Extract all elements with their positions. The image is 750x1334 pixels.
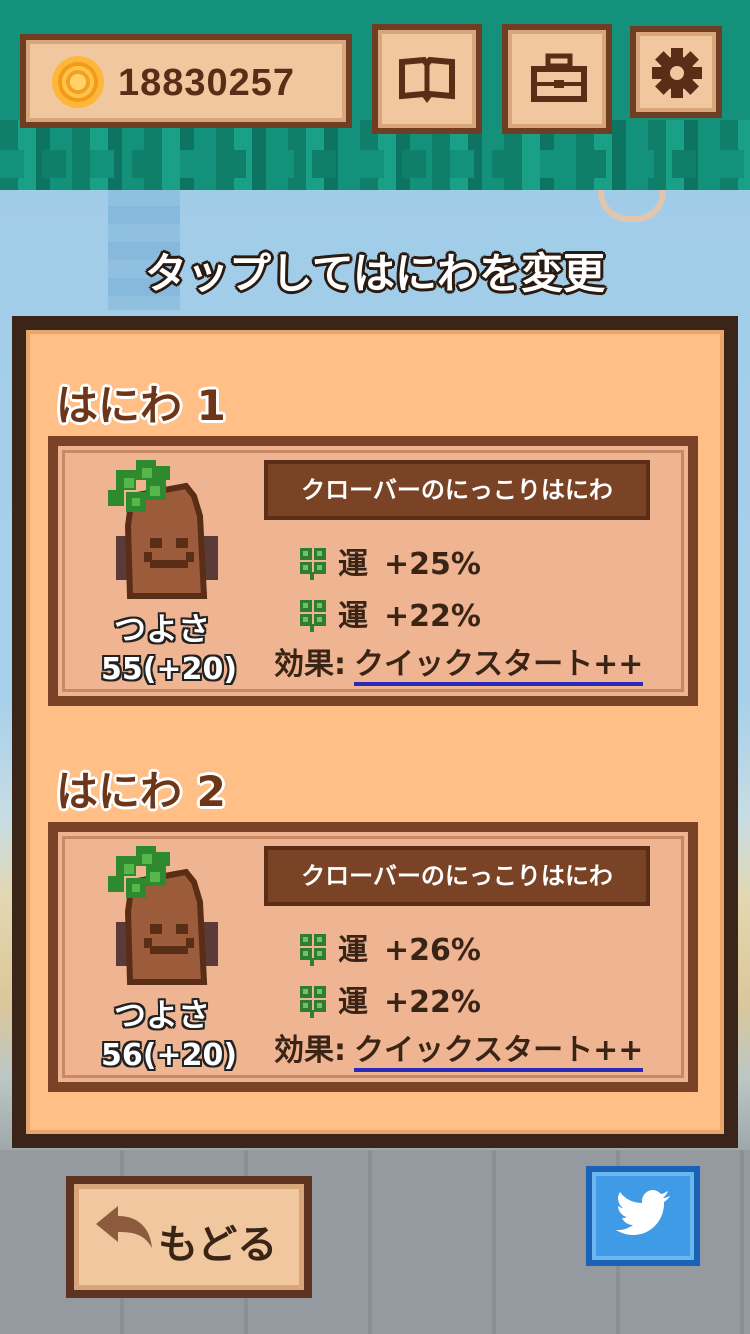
stat-row: 運 +25%: [296, 542, 481, 588]
slot-1-heading: はにわ 1: [56, 381, 226, 430]
coin-amount: 18830257: [118, 62, 296, 104]
power-label: つよさ: [113, 996, 210, 1034]
haniwa-slot-1[interactable]: つよさ 55(+20) クローバーのにっこりはにわ 運 +25% 運 +22% 効果…: [48, 436, 698, 706]
book-button[interactable]: [372, 24, 482, 134]
book-icon: [399, 56, 455, 103]
clover-icon: [300, 600, 326, 632]
settings-button[interactable]: [630, 26, 722, 118]
stat-value: +26%: [384, 933, 481, 968]
twitter-share-button[interactable]: [586, 1166, 700, 1266]
haniwa-slot-2[interactable]: つよさ 56(+20) クローバーのにっこりはにわ 運 +26% 運 +22% 効果…: [48, 822, 698, 1092]
stat-value: +22%: [384, 985, 481, 1020]
effect-label: 効果:: [274, 647, 346, 682]
power-label: つよさ: [113, 610, 210, 648]
haniwa-name: クローバーのにっこりはにわ: [264, 460, 650, 520]
coin-icon: [52, 56, 104, 108]
effect-row: 効果: クイックスタート++: [274, 1028, 644, 1074]
stat-key: 運: [338, 547, 368, 582]
power-value: 55(+20): [100, 652, 238, 687]
stat-value: +22%: [384, 599, 481, 634]
back-button[interactable]: もどる: [66, 1176, 312, 1298]
back-arrow-icon: [96, 1206, 152, 1248]
haniwa-portrait-icon: [108, 460, 218, 599]
toolbox-icon: [531, 53, 587, 102]
stat-row: 運 +22%: [296, 594, 481, 640]
haniwa-portrait-icon: [108, 846, 218, 985]
haniwa-name: クローバーのにっこりはにわ: [264, 846, 650, 906]
effect-link[interactable]: クイックスタート++: [354, 1033, 644, 1072]
power-value: 56(+20): [100, 1038, 238, 1073]
clover-icon: [300, 934, 326, 966]
stat-row: 運 +22%: [296, 980, 481, 1026]
clover-icon: [300, 548, 326, 580]
stat-key: 運: [338, 933, 368, 968]
toolbox-button[interactable]: [502, 24, 612, 134]
back-label: もどる: [158, 1222, 278, 1268]
effect-row: 効果: クイックスタート++: [274, 642, 644, 688]
clover-icon: [300, 986, 326, 1018]
slot-2-heading: はにわ 2: [56, 767, 226, 816]
page-title: タップしてはにわを変更: [145, 249, 605, 298]
stat-key: 運: [338, 985, 368, 1020]
gear-icon: [652, 48, 702, 98]
effect-label: 効果:: [274, 1033, 346, 1068]
stat-value: +25%: [384, 547, 481, 582]
stat-key: 運: [338, 599, 368, 634]
hedge-edge-pixels: [0, 150, 750, 178]
twitter-icon: [616, 1190, 670, 1235]
effect-link[interactable]: クイックスタート++: [354, 647, 644, 686]
coin-counter: 18830257: [20, 34, 352, 128]
stat-row: 運 +26%: [296, 928, 481, 974]
